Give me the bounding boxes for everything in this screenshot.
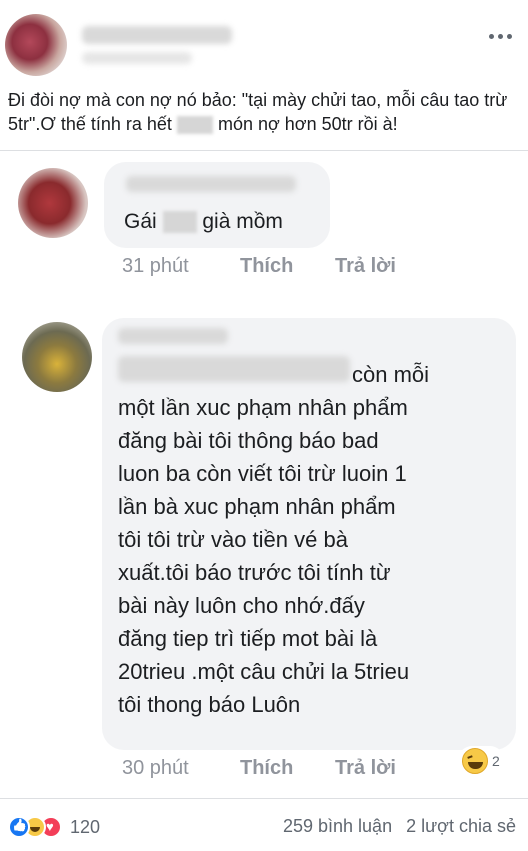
comment-author-name-redacted[interactable] xyxy=(126,176,296,192)
post-header xyxy=(0,0,528,88)
comment-text: còn mỗi một lần xuc phạm nhân phẩm đăng … xyxy=(118,358,508,721)
like-button[interactable]: Thích xyxy=(240,757,335,780)
post-footer: 120 259 bình luận 2 lượt chia sẻ xyxy=(0,800,528,851)
post-author-name-redacted xyxy=(82,26,232,44)
like-button[interactable]: Thích xyxy=(240,255,335,278)
comment-avatar[interactable] xyxy=(18,168,88,238)
comment-line: tôi tôi trừ vào tiền vé bà xyxy=(118,527,348,552)
comment-line: một lần xuc phạm nhân phẩm xyxy=(118,395,408,420)
comment-line: luon ba còn viết tôi trừ luoin 1 xyxy=(118,461,407,486)
comments-count-link[interactable]: 259 bình luận xyxy=(283,816,392,837)
redaction-block xyxy=(162,211,197,234)
comment-line: tôi thong báo Luôn xyxy=(118,692,301,717)
comment-text-part1: Gái xyxy=(124,210,157,233)
comment-time[interactable]: 31 phút xyxy=(122,255,240,278)
post-text: Đi đòi nợ mà con nợ nó bảo: "tại mày chử… xyxy=(8,88,524,136)
divider xyxy=(0,798,528,799)
comment-actions: 30 phút Thích Trả lời xyxy=(122,757,396,780)
haha-icon xyxy=(462,748,488,774)
comment-reaction-summary[interactable]: 2 xyxy=(458,746,504,776)
comment-text: Gái già mồm xyxy=(124,208,283,236)
post-author-avatar[interactable] xyxy=(5,14,67,76)
comment-reaction-count: 2 xyxy=(492,753,500,769)
reply-button[interactable]: Trả lời xyxy=(335,757,396,780)
more-options-icon[interactable] xyxy=(486,28,514,44)
comment-time[interactable]: 30 phút xyxy=(122,757,240,780)
comment-line: đăng bài tôi thông báo bad xyxy=(118,428,379,453)
comment-actions: 31 phút Thích Trả lời xyxy=(122,255,396,278)
comment-line: 20trieu .một câu chửi la 5trieu xyxy=(118,659,410,684)
engagement-counts: 259 bình luận 2 lượt chia sẻ xyxy=(283,816,516,837)
reply-button[interactable]: Trả lời xyxy=(335,255,396,278)
reaction-count: 120 xyxy=(70,816,101,837)
like-icon xyxy=(8,816,30,838)
comment-avatar[interactable] xyxy=(22,322,92,392)
redaction-block xyxy=(176,116,213,135)
comment-author-name-redacted[interactable] xyxy=(118,328,228,344)
post-text-part2: món nợ hơn 50tr rồi à! xyxy=(217,114,398,134)
comment-line: đăng tiep trì tiếp mot bài là xyxy=(118,626,378,651)
shares-count-link[interactable]: 2 lượt chia sẻ xyxy=(406,816,516,837)
reactions-summary[interactable]: 120 xyxy=(8,816,100,838)
divider xyxy=(0,150,528,151)
post-timestamp-redacted xyxy=(82,52,192,64)
comment-line: còn mỗi xyxy=(352,362,430,387)
comment-text-part2: già mồm xyxy=(202,210,283,233)
comment-line: bài này luôn cho nhớ.đấy xyxy=(118,593,365,618)
comment-line: lần bà xuc phạm nhân phẩm xyxy=(118,494,396,519)
comment-line: xuất.tôi báo trước tôi tính từ xyxy=(118,560,391,585)
